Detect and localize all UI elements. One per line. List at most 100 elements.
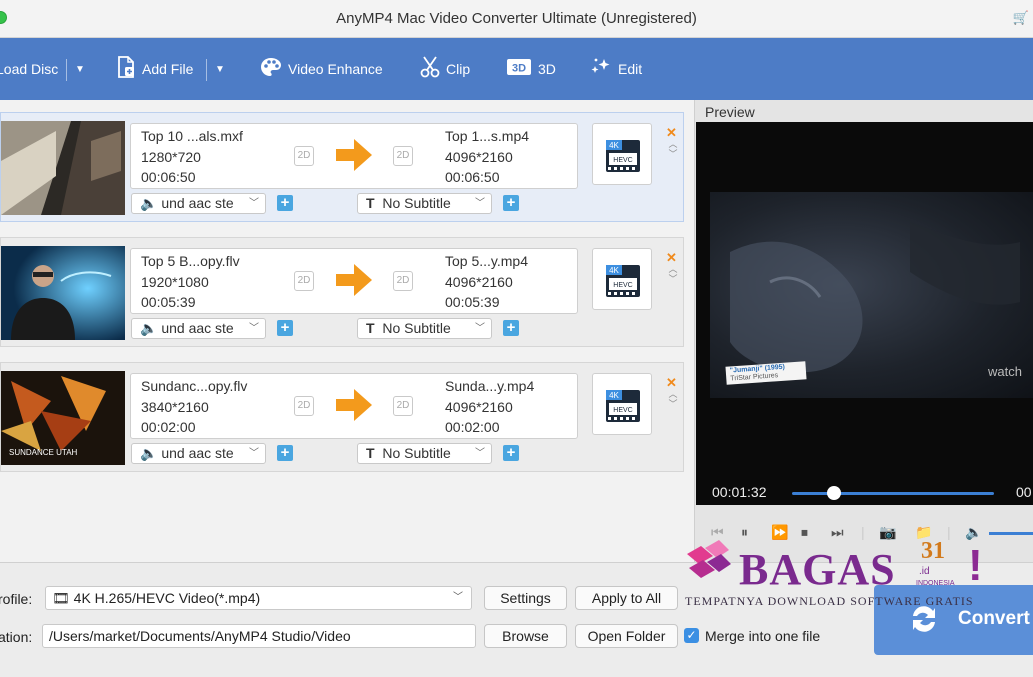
subtitle-select[interactable]: T No Subtitle ﹀ (357, 443, 492, 464)
add-subtitle-button[interactable]: + (503, 445, 519, 461)
output-format-button[interactable]: 4K HEVC (592, 373, 652, 435)
watermark-brand: BAGAS (739, 545, 896, 594)
format-hevc-text: HEVC (613, 157, 632, 164)
watermark-country: INDONESIA (916, 580, 955, 587)
cart-icon[interactable]: 🛒 (1013, 10, 1029, 26)
current-time: 00:01:32 (712, 484, 767, 500)
reorder-icon[interactable]: ︿ ﹀ (668, 264, 678, 284)
add-audio-button[interactable]: + (277, 195, 293, 211)
edit-button[interactable]: Edit (590, 38, 642, 100)
audio-track-value: und aac ste (161, 320, 234, 336)
audio-track-select[interactable]: 🔈 und aac ste ﹀ (131, 193, 266, 214)
palette-icon (260, 57, 282, 82)
add-subtitle-button[interactable]: + (503, 195, 519, 211)
seek-bar[interactable] (792, 492, 994, 495)
audio-track-value: und aac ste (161, 195, 234, 211)
text-icon: T (366, 445, 375, 461)
profile-label: rofile: (0, 591, 33, 607)
output-filename[interactable]: Sunda...y.mp4 (445, 378, 534, 394)
output-format-button[interactable]: 4K HEVC (592, 123, 652, 185)
video-file-icon: 🎞 (52, 590, 70, 606)
source-resolution: 1280*720 (141, 149, 201, 165)
volume-slider[interactable] (989, 532, 1033, 535)
file-row[interactable]: SUNDANCE UTAH Sundanc...opy.flv 3840*216… (0, 362, 684, 472)
source-duration: 00:06:50 (141, 169, 196, 185)
browse-button[interactable]: Browse (484, 624, 567, 648)
add-subtitle-button[interactable]: + (503, 320, 519, 336)
sparkle-icon (590, 57, 612, 82)
video-enhance-button[interactable]: Video Enhance (260, 38, 383, 100)
output-filename[interactable]: Top 1...s.mp4 (445, 128, 529, 144)
file-row[interactable]: Top 10 ...als.mxf 1280*720 00:06:50 2D 2… (0, 112, 684, 222)
output-duration: 00:05:39 (445, 294, 500, 310)
reorder-icon[interactable]: ︿ ﹀ (668, 139, 678, 159)
output-format-button[interactable]: 4K HEVC (592, 248, 652, 310)
svg-text:3D: 3D (512, 62, 526, 74)
preview-screen[interactable]: "Jumanji" (1995) TriStar Pictures watch 0… (696, 122, 1033, 505)
format-4k-text: 4K (609, 141, 619, 150)
3d-button[interactable]: 3D 3D (506, 38, 556, 100)
watermark-number: 31 (921, 538, 945, 564)
subtitle-select[interactable]: T No Subtitle ﹀ (357, 318, 492, 339)
audio-track-select[interactable]: 🔈 und aac ste ﹀ (131, 443, 266, 464)
destination-input[interactable]: /Users/market/Documents/AnyMP4 Studio/Vi… (42, 624, 476, 648)
output-2d-badge: 2D (393, 271, 413, 291)
video-thumbnail[interactable]: SUNDANCE UTAH (1, 371, 125, 465)
speaker-icon: 🔈 (140, 195, 158, 211)
end-time: 00 (1016, 484, 1032, 500)
format-4k-text: 4K (609, 266, 619, 275)
chevron-down-icon: ﹀ (453, 592, 463, 603)
merge-label: Merge into one file (705, 628, 821, 644)
speaker-icon: 🔈 (140, 445, 158, 461)
settings-button[interactable]: Settings (484, 586, 567, 610)
output-resolution: 4096*2160 (445, 149, 513, 165)
output-filename[interactable]: Top 5...y.mp4 (445, 253, 528, 269)
add-audio-button[interactable]: + (277, 445, 293, 461)
add-audio-button[interactable]: + (277, 320, 293, 336)
chevron-down-icon: ﹀ (249, 198, 259, 209)
load-disc-dropdown-icon[interactable]: ▼ (75, 64, 85, 75)
load-disc-button[interactable]: Load Disc (0, 38, 58, 100)
file-list: Top 10 ...als.mxf 1280*720 00:06:50 2D 2… (0, 100, 694, 562)
chevron-down-icon: ﹀ (475, 448, 485, 459)
source-resolution: 3840*2160 (141, 399, 209, 415)
convert-arrow-icon (336, 264, 372, 299)
audio-track-value: und aac ste (161, 445, 234, 461)
subtitle-select[interactable]: T No Subtitle ﹀ (357, 193, 492, 214)
file-row[interactable]: Top 5 B...opy.flv 1920*1080 00:05:39 2D … (0, 237, 684, 347)
apply-to-all-button[interactable]: Apply to All (575, 586, 678, 610)
audio-track-select[interactable]: 🔈 und aac ste ﹀ (131, 318, 266, 339)
open-folder-button[interactable]: Open Folder (575, 624, 678, 648)
video-thumbnail[interactable] (1, 246, 125, 340)
source-2d-badge: 2D (294, 271, 314, 291)
watermark-suffix: .id (919, 566, 930, 577)
toolbar: Load Disc ▼ Add File ▼ Video Enhance Cli… (0, 38, 1033, 100)
file-info-box: Top 5 B...opy.flv 1920*1080 00:05:39 2D … (130, 248, 578, 314)
clip-button[interactable]: Clip (420, 38, 470, 100)
add-file-button[interactable]: Add File (116, 38, 193, 100)
convert-arrow-icon (336, 139, 372, 174)
watermark: BAGAS 31 .id INDONESIA ! TEMPATNYA DOWNL… (683, 538, 1003, 613)
subtitle-value: No Subtitle (382, 320, 451, 336)
add-file-label: Add File (142, 61, 194, 77)
seek-handle[interactable] (827, 486, 842, 500)
add-file-dropdown-icon[interactable]: ▼ (215, 64, 225, 75)
merge-checkbox[interactable]: ✓ (684, 628, 699, 643)
clip-label: Clip (446, 61, 471, 77)
scissors-icon (420, 55, 440, 83)
preview-label: Preview (705, 104, 755, 120)
video-thumbnail[interactable] (1, 121, 125, 215)
chevron-down-icon: ﹀ (249, 323, 259, 334)
3d-label: 3D (538, 61, 556, 77)
add-file-icon (116, 55, 136, 83)
reorder-icon[interactable]: ︿ ﹀ (668, 389, 678, 409)
edit-label: Edit (618, 61, 643, 77)
destination-label: ation: (0, 629, 33, 645)
video-enhance-label: Video Enhance (288, 61, 383, 77)
toolbar-divider (206, 59, 207, 81)
format-4k-text: 4K (609, 391, 619, 400)
source-2d-badge: 2D (294, 146, 314, 166)
chevron-down-icon: ﹀ (475, 198, 485, 209)
profile-select[interactable]: 🎞 4K H.265/HEVC Video(*.mp4) ﹀ (45, 586, 472, 610)
text-icon: T (366, 320, 375, 336)
